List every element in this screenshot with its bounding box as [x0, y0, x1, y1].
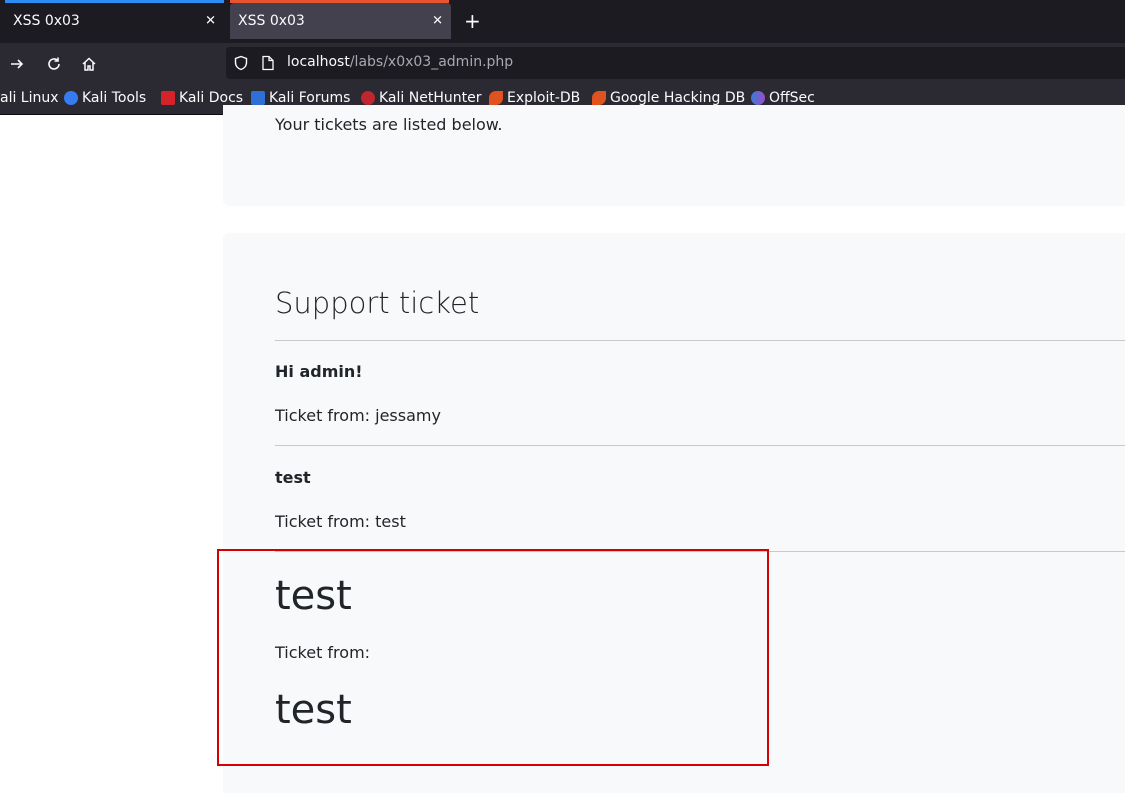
url-text[interactable]: localhost/labs/x0x03_admin.php — [287, 54, 513, 70]
bookmark-label: OffSec — [769, 90, 815, 106]
kali-docs-icon — [161, 91, 175, 105]
divider — [275, 340, 1125, 341]
bookmark-label: Kali NetHunter — [379, 90, 482, 106]
bookmark-label: Kali Docs — [179, 90, 244, 106]
page-icon[interactable] — [261, 55, 275, 75]
tab-xss-0x03-second[interactable]: XSS 0x03 ✕ — [230, 0, 451, 39]
highlight-box — [217, 549, 769, 766]
bookmark-label: Exploit-DB — [507, 90, 581, 106]
divider — [275, 445, 1125, 446]
intro-text: Your tickets are listed below. — [275, 115, 503, 134]
bookmark-kali-forums[interactable]: Kali Forums — [251, 90, 350, 106]
bookmark-kali-linux[interactable]: ali Linux — [0, 90, 59, 106]
forward-icon[interactable] — [6, 53, 28, 75]
url-host: localhost — [287, 54, 350, 70]
close-icon[interactable]: ✕ — [205, 14, 216, 29]
tab-bar: XSS 0x03 ✕ XSS 0x03 ✕ + — [0, 0, 1125, 43]
tickets-intro-card: Your tickets are listed below. — [223, 105, 1125, 206]
tab-title: XSS 0x03 — [13, 13, 80, 29]
tab-title: XSS 0x03 — [238, 13, 305, 29]
bookmark-exploit-db[interactable]: Exploit-DB — [489, 90, 580, 106]
bookmark-label: Kali Forums — [269, 90, 351, 106]
new-tab-button[interactable]: + — [464, 9, 481, 33]
url-bar[interactable]: localhost/labs/x0x03_admin.php — [226, 47, 1125, 79]
bookmark-label: Kali Tools — [82, 90, 147, 106]
kali-nethunter-icon — [361, 91, 375, 105]
bookmark-kali-nethunter[interactable]: Kali NetHunter — [361, 90, 481, 106]
navigation-bar: localhost/labs/x0x03_admin.php — [0, 43, 1125, 84]
bookmark-offsec[interactable]: OffSec — [751, 90, 815, 106]
tab-xss-0x03-first[interactable]: XSS 0x03 ✕ — [0, 0, 224, 42]
bookmark-kali-docs[interactable]: Kali Docs — [161, 90, 243, 106]
reload-icon[interactable] — [43, 53, 65, 75]
kali-forums-icon — [251, 91, 265, 105]
bookmark-google-hacking-db[interactable]: Google Hacking DB — [592, 90, 745, 106]
exploit-db-icon — [489, 91, 503, 105]
shield-icon[interactable] — [233, 55, 249, 75]
ticket-subject: Hi admin! — [275, 362, 363, 381]
bookmark-kali-tools[interactable]: Kali Tools — [64, 90, 146, 106]
bookmark-label: Google Hacking DB — [610, 90, 746, 106]
home-icon[interactable] — [78, 53, 100, 75]
bookmark-label: ali Linux — [0, 90, 59, 106]
section-title: Support ticket — [275, 286, 480, 320]
close-icon[interactable]: ✕ — [432, 14, 443, 29]
ticket-from: Ticket from: jessamy — [275, 406, 441, 425]
offsec-icon — [751, 91, 765, 105]
ticket-subject: test — [275, 468, 311, 487]
url-path: /labs/x0x03_admin.php — [349, 54, 514, 70]
ticket-from: Ticket from: test — [275, 512, 406, 531]
kali-tools-icon — [64, 91, 78, 105]
ghdb-icon — [592, 91, 606, 105]
